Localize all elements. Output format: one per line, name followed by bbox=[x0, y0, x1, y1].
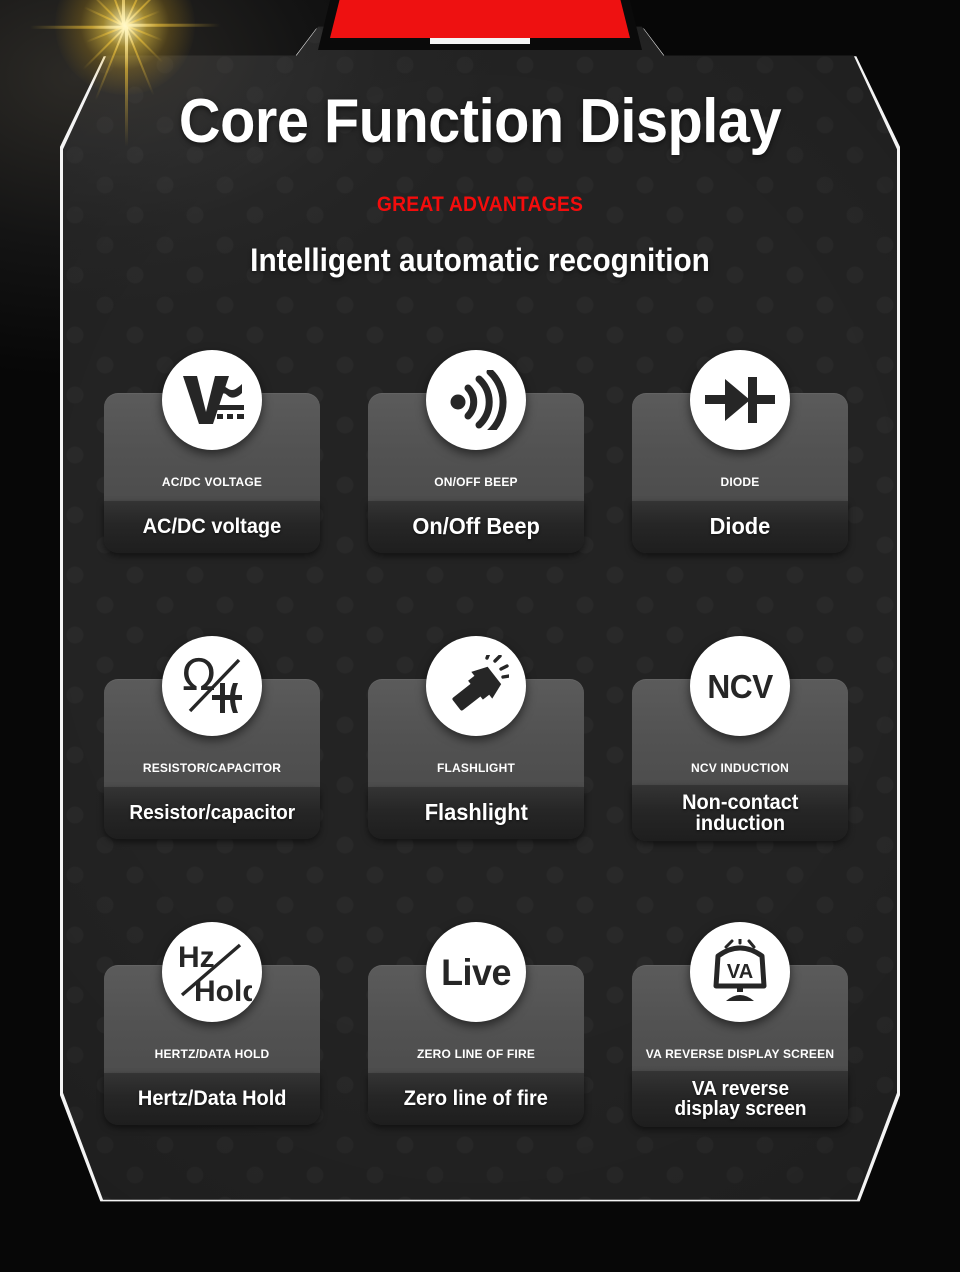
feature-card-on-off-beep[interactable]: ON/OFF BEEP On/Off Beep bbox=[360, 350, 592, 600]
diode-icon bbox=[690, 350, 790, 450]
feature-card-zero-line-of-fire[interactable]: ZERO LINE OF FIRE Live Zero line of fire bbox=[360, 922, 592, 1172]
card-label-bar: Flashlight bbox=[368, 787, 584, 839]
card-caption: FLASHLIGHT bbox=[437, 761, 515, 775]
card-caption: AC/DC VOLTAGE bbox=[161, 475, 263, 489]
feature-card-va-reverse-display[interactable]: VA REVERSE DISPLAY SCREEN VA VA reverse … bbox=[624, 922, 856, 1172]
card-caption: RESISTOR/CAPACITOR bbox=[142, 761, 282, 775]
resistor-capacitor-icon: Ω bbox=[162, 636, 262, 736]
card-label: Diode bbox=[709, 513, 771, 540]
flashlight-icon bbox=[426, 636, 526, 736]
hertz-data-hold-icon: Hz Hold bbox=[162, 922, 262, 1022]
ncv-glyph-label: NCV bbox=[707, 667, 773, 705]
ncv-text-icon: NCV bbox=[690, 636, 790, 736]
feature-card-ac-dc-voltage[interactable]: AC/DC VOLTAGE AC/DC voltage bbox=[96, 350, 328, 600]
live-glyph-label: Live bbox=[441, 951, 511, 993]
page-subtitle: GREAT ADVANTAGES bbox=[376, 193, 584, 216]
card-label-bar: Hertz/Data Hold bbox=[104, 1073, 320, 1125]
top-red-banner bbox=[330, 0, 630, 38]
feature-card-diode[interactable]: DIODE Diode bbox=[624, 350, 856, 600]
page-title: Core Function Display bbox=[178, 87, 782, 156]
card-label-bar: Resistor/capacitor bbox=[104, 787, 320, 839]
feature-card-resistor-capacitor[interactable]: RESISTOR/CAPACITOR Ω Resistor/capacitor bbox=[96, 636, 328, 886]
card-label: On/Off Beep bbox=[412, 513, 540, 540]
card-label-bar: AC/DC voltage bbox=[104, 501, 320, 553]
card-label-bar: VA reverse display screen bbox=[632, 1071, 848, 1127]
card-label-bar: On/Off Beep bbox=[368, 501, 584, 553]
card-label: Non-contact induction bbox=[681, 790, 799, 835]
card-label: VA reverse display screen bbox=[673, 1077, 807, 1120]
svg-text:Ω: Ω bbox=[182, 650, 216, 701]
infographic-page: Core Function Display GREAT ADVANTAGES I… bbox=[0, 0, 960, 1272]
page-tagline: Intelligent automatic recognition bbox=[250, 242, 710, 278]
card-caption: ON/OFF BEEP bbox=[434, 475, 518, 489]
hz-glyph-label: Hz bbox=[178, 941, 215, 974]
hold-glyph-label: Hold bbox=[194, 975, 252, 1008]
va-reverse-screen-icon: VA bbox=[690, 922, 790, 1022]
card-label: Zero line of fire bbox=[403, 1087, 549, 1111]
card-caption: HERTZ/DATA HOLD bbox=[154, 1047, 270, 1061]
feature-grid: AC/DC VOLTAGE AC/DC voltage ON/OFF BEEP bbox=[96, 350, 864, 1172]
card-caption: ZERO LINE OF FIRE bbox=[416, 1047, 536, 1061]
card-label-bar: Non-contact induction bbox=[632, 785, 848, 841]
ac-dc-voltage-icon bbox=[162, 350, 262, 450]
card-label-bar: Diode bbox=[632, 501, 848, 553]
feature-card-ncv-induction[interactable]: NCV INDUCTION NCV Non-contact induction bbox=[624, 636, 856, 886]
card-caption: DIODE bbox=[720, 475, 760, 489]
va-glyph-label: VA bbox=[727, 961, 753, 983]
card-label: AC/DC voltage bbox=[142, 515, 282, 539]
card-label: Flashlight bbox=[424, 799, 528, 826]
sound-wave-beep-icon bbox=[426, 350, 526, 450]
card-label: Resistor/capacitor bbox=[129, 801, 295, 824]
frame-top-notch bbox=[430, 38, 530, 44]
card-caption: NCV INDUCTION bbox=[691, 761, 789, 775]
live-text-icon: Live bbox=[426, 922, 526, 1022]
feature-card-flashlight[interactable]: FLASHLIGHT Flashlight bbox=[360, 636, 592, 886]
card-label-bar: Zero line of fire bbox=[368, 1073, 584, 1125]
feature-card-hertz-data-hold[interactable]: HERTZ/DATA HOLD Hz Hold Hertz/Data Hold bbox=[96, 922, 328, 1172]
card-caption: VA REVERSE DISPLAY SCREEN bbox=[645, 1047, 835, 1061]
card-label: Hertz/Data Hold bbox=[137, 1087, 287, 1111]
